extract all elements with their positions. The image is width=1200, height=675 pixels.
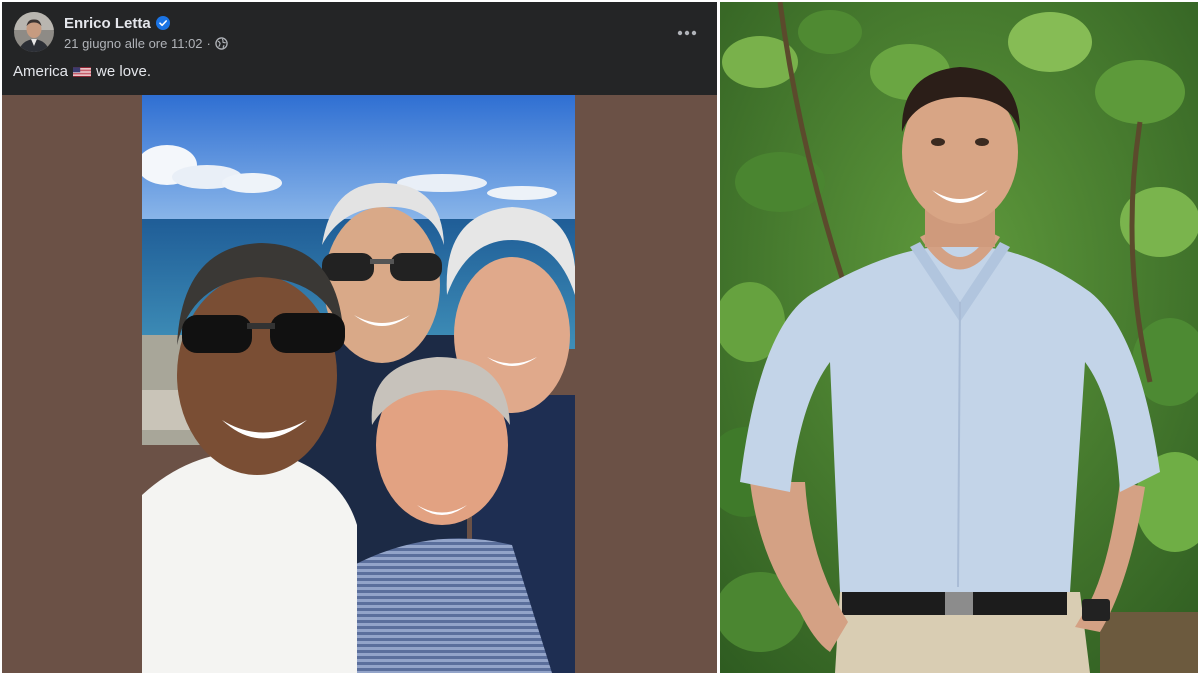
post-timestamp[interactable]: 21 giugno alle ore 11:02 <box>64 36 203 51</box>
verified-badge-icon <box>155 16 170 30</box>
post-meta: 21 giugno alle ore 11:02 · <box>64 36 228 51</box>
author-avatar[interactable] <box>14 12 54 52</box>
caption-text-start: America <box>13 63 69 80</box>
post-media <box>2 95 717 673</box>
globe-icon[interactable] <box>215 37 228 50</box>
us-flag-emoji-icon <box>73 66 92 77</box>
author-name[interactable]: Enrico Letta <box>64 15 151 32</box>
post-caption: America we love. <box>13 63 151 80</box>
portrait-photo <box>720 2 1198 673</box>
author-row: Enrico Letta <box>64 13 170 33</box>
post-header: Enrico Letta 21 giugno alle ore 11:02 · <box>2 2 717 64</box>
post-photo[interactable] <box>142 95 575 673</box>
portrait-image <box>720 2 1198 673</box>
more-options-button[interactable] <box>671 17 703 49</box>
more-options-icon <box>677 30 697 36</box>
facebook-post: Enrico Letta 21 giugno alle ore 11:02 · … <box>2 2 717 673</box>
meta-separator: · <box>206 36 211 51</box>
caption-text-end: we love. <box>96 63 152 80</box>
